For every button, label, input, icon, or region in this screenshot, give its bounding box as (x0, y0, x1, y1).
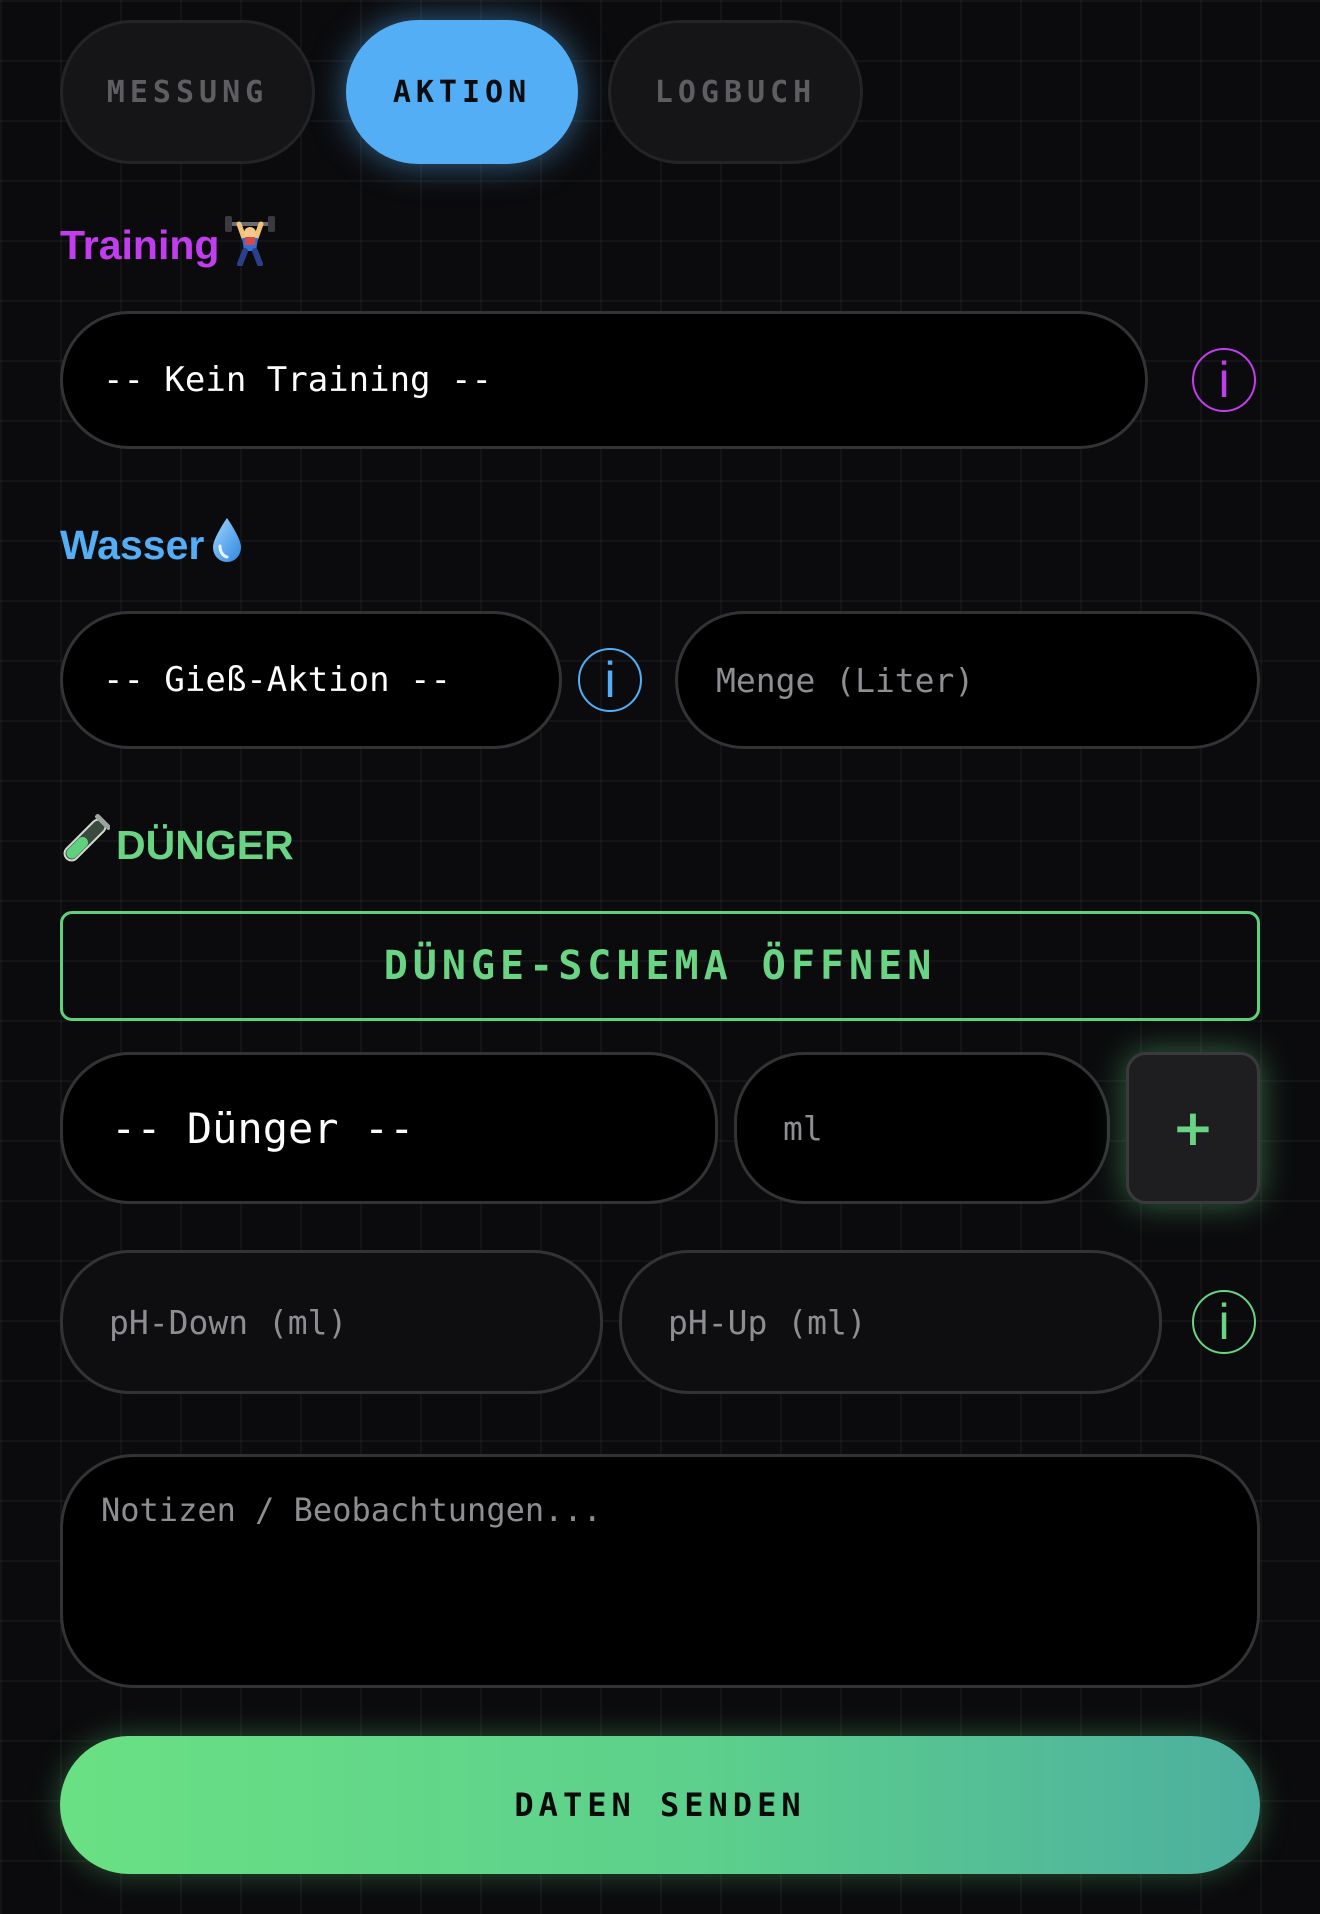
ph-up-input[interactable]: pH-Up (ml) (619, 1250, 1162, 1394)
add-fertilizer-button[interactable]: + (1126, 1052, 1260, 1204)
notes-placeholder: Notizen / Beobachtungen... (101, 1491, 602, 1529)
water-heading: Wasser (60, 515, 244, 575)
fertilizer-ml-placeholder: ml (783, 1108, 823, 1148)
droplet-icon (210, 516, 244, 574)
training-info-icon[interactable]: i (1192, 348, 1256, 412)
ph-down-placeholder: pH-Down (ml) (109, 1302, 348, 1342)
tab-logbuch[interactable]: LOGBUCH (608, 20, 863, 164)
fertilizer-title: DÜNGER (116, 821, 294, 868)
fertilizer-select[interactable]: -- Dünger -- (60, 1052, 718, 1204)
training-heading: Training (60, 214, 276, 276)
water-info-icon[interactable]: i (578, 648, 642, 712)
water-title: Wasser (60, 521, 205, 568)
water-amount-placeholder: Menge (Liter) (716, 660, 975, 700)
open-fertilizer-schema-button[interactable]: DÜNGE-SCHEMA ÖFFNEN (60, 911, 1260, 1021)
water-action-select[interactable]: -- Gieß-Aktion -- (60, 611, 562, 749)
fertilizer-select-value: -- Dünger -- (111, 1103, 415, 1153)
fertilizer-ml-input[interactable]: ml (734, 1052, 1110, 1204)
send-data-button[interactable]: DATEN SENDEN (60, 1736, 1260, 1874)
weightlifter-icon (225, 214, 276, 276)
ph-down-input[interactable]: pH-Down (ml) (60, 1250, 603, 1394)
tab-aktion[interactable]: AKTION (346, 20, 578, 164)
water-action-value: -- Gieß-Aktion -- (103, 660, 451, 700)
test-tube-icon (60, 813, 112, 876)
training-title: Training (60, 221, 220, 268)
ph-info-icon[interactable]: i (1192, 1290, 1256, 1354)
fertilizer-heading: DÜNGER (60, 813, 294, 876)
training-select[interactable]: -- Kein Training -- (60, 311, 1148, 449)
training-select-value: -- Kein Training -- (103, 360, 492, 400)
ph-up-placeholder: pH-Up (ml) (668, 1302, 867, 1342)
notes-textarea[interactable]: Notizen / Beobachtungen... (60, 1454, 1260, 1688)
tab-messung[interactable]: MESSUNG (60, 20, 315, 164)
water-amount-input[interactable]: Menge (Liter) (675, 611, 1260, 749)
